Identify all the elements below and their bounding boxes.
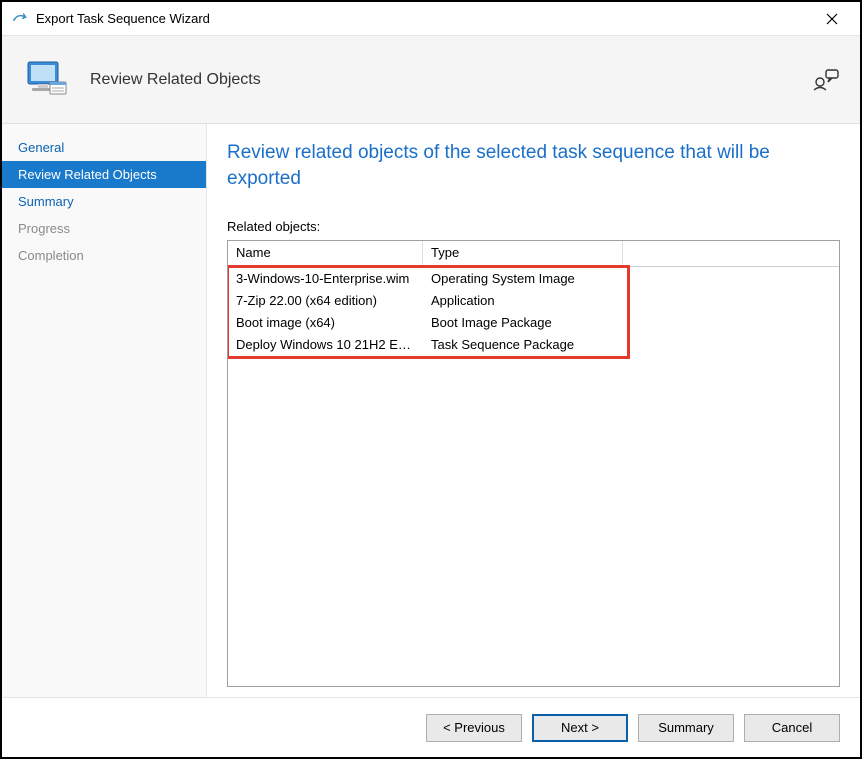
sidebar-item-progress: Progress (2, 215, 206, 242)
cell-name: Deploy Windows 10 21H2 En... (228, 335, 423, 354)
wizard-body: General Review Related Objects Summary P… (2, 124, 860, 697)
cell-name: Boot image (x64) (228, 313, 423, 332)
cell-type: Task Sequence Package (423, 335, 643, 354)
cell-type: Operating System Image (423, 269, 643, 288)
summary-button[interactable]: Summary (638, 714, 734, 742)
window-title: Export Task Sequence Wizard (36, 11, 210, 26)
sidebar-item-general[interactable]: General (2, 134, 206, 161)
table-body: 3-Windows-10-Enterprise.wim Operating Sy… (228, 267, 839, 355)
sidebar-item-review-related[interactable]: Review Related Objects (2, 161, 206, 188)
table-row[interactable]: 3-Windows-10-Enterprise.wim Operating Sy… (228, 267, 839, 289)
table-row[interactable]: 7-Zip 22.00 (x64 edition) Application (228, 289, 839, 311)
sidebar-item-summary[interactable]: Summary (2, 188, 206, 215)
column-header-type[interactable]: Type (423, 241, 623, 266)
related-objects-table: Name Type 3-Windows-10-Enterprise.wim Op… (227, 240, 840, 687)
table-row[interactable]: Deploy Windows 10 21H2 En... Task Sequen… (228, 333, 839, 355)
computer-icon (22, 56, 70, 104)
feedback-icon[interactable] (812, 68, 840, 92)
related-objects-label: Related objects: (227, 219, 840, 234)
close-button[interactable] (812, 4, 852, 34)
export-arrow-icon (10, 10, 28, 28)
cell-name: 3-Windows-10-Enterprise.wim (228, 269, 423, 288)
header-title: Review Related Objects (90, 71, 812, 89)
cell-name: 7-Zip 22.00 (x64 edition) (228, 291, 423, 310)
cancel-button[interactable]: Cancel (744, 714, 840, 742)
column-header-name[interactable]: Name (228, 241, 423, 266)
sidebar-item-completion: Completion (2, 242, 206, 269)
titlebar: Export Task Sequence Wizard (2, 2, 860, 36)
table-header: Name Type (228, 241, 839, 267)
cell-type: Boot Image Package (423, 313, 643, 332)
main-panel: Review related objects of the selected t… (207, 124, 860, 697)
next-button[interactable]: Next > (532, 714, 628, 742)
column-header-blank (623, 241, 839, 266)
previous-button[interactable]: < Previous (426, 714, 522, 742)
wizard-window: Export Task Sequence Wizard Review Relat… (0, 0, 862, 759)
page-heading: Review related objects of the selected t… (227, 140, 840, 191)
sidebar: General Review Related Objects Summary P… (2, 124, 207, 697)
cell-type: Application (423, 291, 643, 310)
table-row[interactable]: Boot image (x64) Boot Image Package (228, 311, 839, 333)
wizard-footer: < Previous Next > Summary Cancel (2, 697, 860, 757)
header-band: Review Related Objects (2, 36, 860, 124)
